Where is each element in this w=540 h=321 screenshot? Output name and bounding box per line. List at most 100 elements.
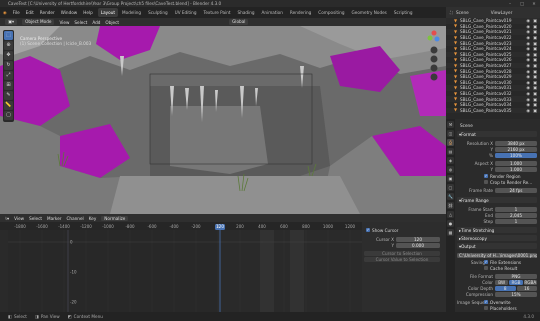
menu-edit[interactable]: Edit [26, 10, 34, 15]
visibility-eye-icon[interactable]: ◉ [526, 80, 530, 85]
tl-menu-view[interactable]: View [14, 216, 24, 221]
resolution-x-field[interactable]: 3840 px [495, 140, 537, 146]
add-cube-icon[interactable]: ▢ [4, 111, 13, 120]
frame-step-field[interactable]: 1 [495, 218, 537, 224]
color-rgba-button[interactable]: RGBA [523, 279, 537, 285]
cursor-y-field[interactable]: 0.000 [396, 242, 440, 248]
file-format-dropdown[interactable]: PNG [495, 273, 537, 279]
view-layer-tab-icon[interactable]: ▤ [447, 148, 454, 155]
time-stretching-panel-header[interactable]: ▸ Time Stretching [457, 227, 537, 233]
scene-tab-icon[interactable]: ◈ [447, 157, 454, 164]
render-camera-icon[interactable]: ▣ [533, 29, 537, 34]
cursor-to-selection-button[interactable]: Cursor to Selection [364, 250, 440, 256]
output-panel-header[interactable]: ▾ Output [457, 243, 537, 249]
tab-rendering[interactable]: Rendering [287, 8, 314, 17]
move-icon[interactable]: ✥ [4, 51, 13, 60]
select-box-icon[interactable]: ⬚ [4, 31, 13, 40]
transform-icon[interactable]: ⊞ [4, 81, 13, 90]
graph-editor-type-icon[interactable]: ⌇▾ [5, 216, 9, 221]
render-camera-icon[interactable]: ▣ [533, 91, 537, 96]
render-camera-icon[interactable]: ▣ [533, 57, 537, 62]
view-layer-name[interactable]: ViewLayer [491, 10, 513, 15]
frame-start-field[interactable]: 1 [495, 206, 537, 212]
render-camera-icon[interactable]: ▣ [533, 35, 537, 40]
visibility-eye-icon[interactable]: ◉ [526, 18, 530, 23]
render-camera-icon[interactable]: ▣ [533, 46, 537, 51]
visibility-eye-icon[interactable]: ◉ [526, 35, 530, 40]
visibility-eye-icon[interactable]: ◉ [526, 57, 530, 62]
visibility-eye-icon[interactable]: ◉ [526, 97, 530, 102]
current-frame-indicator[interactable]: 120 [215, 224, 225, 230]
world-tab-icon[interactable]: ◍ [447, 166, 454, 173]
render-camera-icon[interactable]: ▣ [533, 41, 537, 46]
annotate-icon[interactable]: ✎ [4, 91, 13, 100]
measure-icon[interactable]: 📏 [4, 101, 13, 110]
visibility-eye-icon[interactable]: ◉ [526, 91, 530, 96]
cursor-x-field[interactable]: 120 [396, 236, 440, 242]
menu-select[interactable]: Select [74, 20, 87, 25]
menu-window[interactable]: Window [61, 10, 78, 15]
visibility-eye-icon[interactable]: ◉ [526, 108, 530, 113]
material-tab-icon[interactable]: ● [447, 220, 454, 227]
constraint-tab-icon[interactable]: ⛓ [447, 202, 454, 209]
normalize-button[interactable]: Normalize [101, 215, 129, 221]
navigation-gizmo[interactable] [426, 28, 442, 88]
visibility-eye-icon[interactable]: ◉ [526, 102, 530, 107]
frame-rate-dropdown[interactable]: 24 fps [495, 187, 537, 193]
output-path-field[interactable]: C:\University of H...\images\0001.png [457, 252, 537, 258]
color-rgb-button[interactable]: RGB [509, 279, 523, 285]
resolution-y-field[interactable]: 2160 px [495, 146, 537, 152]
format-panel-header[interactable]: ▾ Format [457, 131, 537, 137]
tab-sculpting[interactable]: Sculpting [145, 8, 171, 17]
3d-viewport[interactable]: Camera Perspective (1) Scene Collection … [0, 26, 446, 214]
cursor-icon[interactable]: ⊕ [4, 41, 13, 50]
visibility-eye-icon[interactable]: ◉ [526, 41, 530, 46]
depth-8-button[interactable]: 8 [495, 285, 516, 291]
aspect-y-field[interactable]: 1.000 [495, 166, 537, 172]
tab-modeling[interactable]: Modeling [119, 8, 144, 17]
tab-geometry-nodes[interactable]: Geometry Nodes [349, 8, 390, 17]
render-camera-icon[interactable]: ▣ [533, 102, 537, 107]
visibility-eye-icon[interactable]: ◉ [526, 85, 530, 90]
scene-icon[interactable]: ⛶ [450, 10, 453, 15]
minimize-icon[interactable]: – [504, 0, 516, 7]
tool-tab-icon[interactable]: ⚒ [447, 121, 454, 128]
render-tab-icon[interactable]: ◫ [447, 130, 454, 137]
rotate-icon[interactable]: ↻ [4, 61, 13, 70]
visibility-eye-icon[interactable]: ◉ [526, 46, 530, 51]
object-tab-icon[interactable]: ▢ [447, 184, 454, 191]
texture-tab-icon[interactable]: ▩ [447, 229, 454, 236]
maximize-icon[interactable]: □ [516, 0, 528, 7]
tl-menu-marker[interactable]: Marker [47, 216, 61, 221]
scene-name[interactable]: Scene [456, 10, 469, 15]
blender-logo-icon[interactable]: ◉ [3, 10, 7, 15]
stereoscopy-panel-header[interactable]: ▸ Stereoscopy [457, 235, 537, 241]
editor-type-dropdown[interactable]: ▣▾ [5, 19, 18, 25]
resolution-percent-field[interactable]: 100% [495, 152, 537, 158]
tab-texture-paint[interactable]: Texture Paint [201, 8, 234, 17]
menu-file[interactable]: File [13, 10, 20, 15]
crop-region-checkbox[interactable]: Crop to Render Re... [484, 179, 532, 185]
tab-scripting[interactable]: Scripting [391, 8, 416, 17]
tab-layout[interactable]: Layout [97, 8, 119, 17]
close-icon[interactable]: ✕ [528, 0, 540, 7]
graph-editor[interactable]: -1800 -1600 -1400 -1200 -1000 -800 -600 -400 -20… [0, 222, 362, 312]
menu-view[interactable]: View [59, 20, 69, 25]
cache-result-checkbox[interactable]: Cache Result [484, 265, 517, 271]
visibility-eye-icon[interactable]: ◉ [526, 52, 530, 57]
placeholders-checkbox[interactable]: Placeholders [484, 305, 517, 311]
data-tab-icon[interactable]: △ [447, 211, 454, 218]
modifier-tab-icon[interactable]: 🔧 [447, 193, 454, 200]
frame-range-panel-header[interactable]: ▾ Frame Range [457, 197, 537, 203]
show-cursor-checkbox[interactable]: ✓ Show Cursor [366, 227, 398, 233]
compression-slider[interactable]: 15% [495, 291, 537, 297]
tab-compositing[interactable]: Compositing [315, 8, 347, 17]
visibility-eye-icon[interactable]: ◉ [526, 69, 530, 74]
collection-tab-icon[interactable]: ▣ [447, 175, 454, 182]
tab-animation[interactable]: Animation [259, 8, 286, 17]
render-camera-icon[interactable]: ▣ [533, 18, 537, 23]
color-bw-button[interactable]: BW [495, 279, 509, 285]
mode-dropdown[interactable]: Object Mode [22, 19, 55, 25]
tab-shading[interactable]: Shading [235, 8, 258, 17]
menu-object[interactable]: Object [105, 20, 119, 25]
